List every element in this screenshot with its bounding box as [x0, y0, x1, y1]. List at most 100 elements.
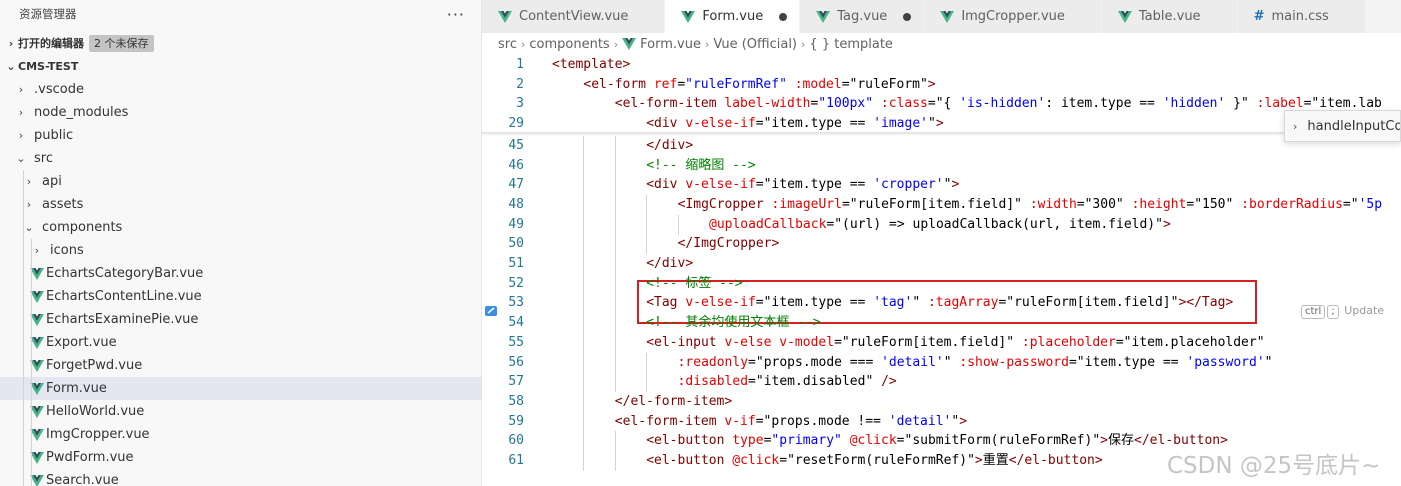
unsaved-dot-icon[interactable] [903, 12, 912, 21]
folder-item[interactable]: › public [0, 124, 481, 147]
tab-tag-vue[interactable]: Tag.vue [800, 0, 925, 33]
indent-guide [583, 313, 585, 334]
indent-guide [23, 239, 24, 262]
file-item[interactable]: EchartsExaminePie.vue [0, 308, 481, 331]
tab-label: ContentView.vue [519, 9, 629, 24]
tab-label: Form.vue [702, 9, 764, 24]
code-token: </el-form-item> [614, 393, 733, 409]
code-token: label-width [724, 96, 811, 112]
breadcrumb-item[interactable]: components [529, 37, 609, 52]
indent-guide [583, 175, 585, 196]
tab-contentview-vue[interactable]: ContentView.vue [482, 0, 666, 33]
code-token: ="item.disabled" [748, 374, 882, 390]
hint-key-semicolon: ; [1327, 305, 1339, 319]
folder-item[interactable]: › .vscode [0, 78, 481, 101]
tab-form-vue[interactable]: Form.vue [665, 0, 801, 33]
chevron-right-icon: › [520, 37, 526, 51]
code-token: 'tag' [873, 295, 913, 311]
file-tree: › .vscode › node_modules › public ⌄ src › api › ass… [0, 78, 481, 486]
tab-imgcropper-vue[interactable]: ImgCropper.vue [924, 0, 1102, 33]
vue-file-icon [622, 38, 637, 50]
file-item[interactable]: EchartsContentLine.vue [0, 285, 481, 308]
folder-item[interactable]: › node_modules [0, 101, 481, 124]
code-token: <ImgCropper [677, 196, 772, 212]
folder-item[interactable]: › assets [0, 193, 481, 216]
code-token: 'password' [1186, 354, 1265, 370]
code-line: <template> [552, 55, 630, 75]
indent-guide [23, 170, 24, 193]
project-section[interactable]: ⌄ CMS-TEST [0, 55, 481, 77]
code-token: <el-input [646, 334, 725, 350]
vue-file-icon [30, 313, 44, 326]
watermark: CSDN @25号底片~ [1167, 453, 1381, 479]
folder-item[interactable]: › icons [0, 239, 481, 262]
code-token: </ImgCropper> [677, 236, 780, 252]
folder-item[interactable]: › api [0, 170, 481, 193]
code-token: ="(url) => uploadCallback(url, item.fiel… [826, 216, 1163, 232]
vue-file-icon [30, 359, 44, 372]
indent-guide [583, 194, 585, 215]
file-item[interactable]: EchartsCategoryBar.vue [0, 262, 481, 285]
breadcrumb-item[interactable]: { } template [809, 37, 893, 52]
tab-table-vue[interactable]: Table.vue [1101, 0, 1238, 33]
folder-item[interactable]: ⌄ components [0, 216, 481, 239]
code-token: :readonly [677, 354, 749, 370]
vue-file-icon [30, 336, 44, 349]
more-actions-icon[interactable]: ··· [447, 5, 465, 24]
code-token: v-else-if [685, 116, 756, 132]
unsaved-dot-icon[interactable] [779, 12, 788, 21]
code-editor[interactable]: ctrl; Update › handleInputCo 1 <template>… [482, 55, 1401, 486]
file-item[interactable]: PwdForm.vue [0, 446, 481, 469]
code-line: <!-- 其余均使用文本框 --> [646, 313, 820, 333]
code-token: ="{ [927, 96, 960, 112]
line-number: 56 [508, 354, 524, 370]
code-token: v-model [779, 334, 835, 350]
open-editors-section[interactable]: › 打开的编辑器 2 个未保存 [0, 32, 481, 54]
file-item[interactable]: ImgCropper.vue [0, 423, 481, 446]
code-line: <el-button type="primary" @click="submit… [646, 431, 1228, 451]
hint-text: Update [1344, 304, 1385, 317]
inline-hint: ctrl; Update [1301, 304, 1384, 319]
code-line: <ImgCropper :imageUrl="ruleForm[item.fie… [678, 195, 1382, 215]
line-number: 52 [508, 275, 524, 291]
code-token: 'cropper' [873, 177, 944, 193]
indent-guide [23, 469, 24, 486]
indent-guide [31, 285, 32, 308]
suggestion-widget[interactable]: › handleInputCo [1284, 110, 1401, 142]
file-item[interactable]: Search.vue [0, 469, 481, 486]
file-item[interactable]: Form.vue [0, 377, 481, 400]
line-number: 60 [508, 433, 524, 449]
vue-file-icon [816, 10, 831, 23]
code-line: <el-form-item v-if="props.mode !== 'deta… [615, 412, 967, 432]
vue-file-icon [30, 382, 44, 395]
file-item[interactable]: ForgetPwd.vue [0, 354, 481, 377]
indent-guide [583, 254, 585, 274]
chevron-right-icon: › [18, 106, 24, 119]
breadcrumb-item[interactable]: src [498, 37, 517, 52]
breadcrumb-item[interactable]: Vue (Official) [713, 37, 797, 52]
chevron-right-icon: › [18, 129, 24, 142]
file-item[interactable]: HelloWorld.vue [0, 400, 481, 423]
indent-guide [23, 423, 24, 446]
code-token: <el-form-item [614, 96, 725, 112]
code-token: <div [646, 177, 686, 193]
indent-guide [23, 377, 24, 400]
folder-item[interactable]: ⌄ src [0, 147, 481, 170]
line-number: 54 [508, 315, 524, 331]
indent-guide [31, 446, 32, 469]
explorer-sidebar: 资源管理器 ··· › 打开的编辑器 2 个未保存 ⌄ CMS-TEST › .v… [0, 0, 482, 486]
code-token: <!-- 缩略图 --> [646, 157, 756, 173]
file-item[interactable]: Export.vue [0, 331, 481, 354]
code-token: =" [1342, 196, 1359, 212]
tree-item-label: EchartsCategoryBar.vue [46, 266, 204, 281]
breadcrumb-item[interactable]: Form.vue [640, 37, 701, 52]
code-token: > [1162, 216, 1171, 232]
code-token: <el-form-item [614, 413, 725, 429]
indent-guide [583, 234, 585, 255]
tree-item-label: EchartsContentLine.vue [46, 289, 202, 304]
vue-file-icon [30, 267, 44, 280]
indent-guide [583, 214, 585, 235]
tab-main-css[interactable]: # main.css [1237, 0, 1366, 33]
chevron-down-icon: ⌄ [24, 221, 34, 234]
